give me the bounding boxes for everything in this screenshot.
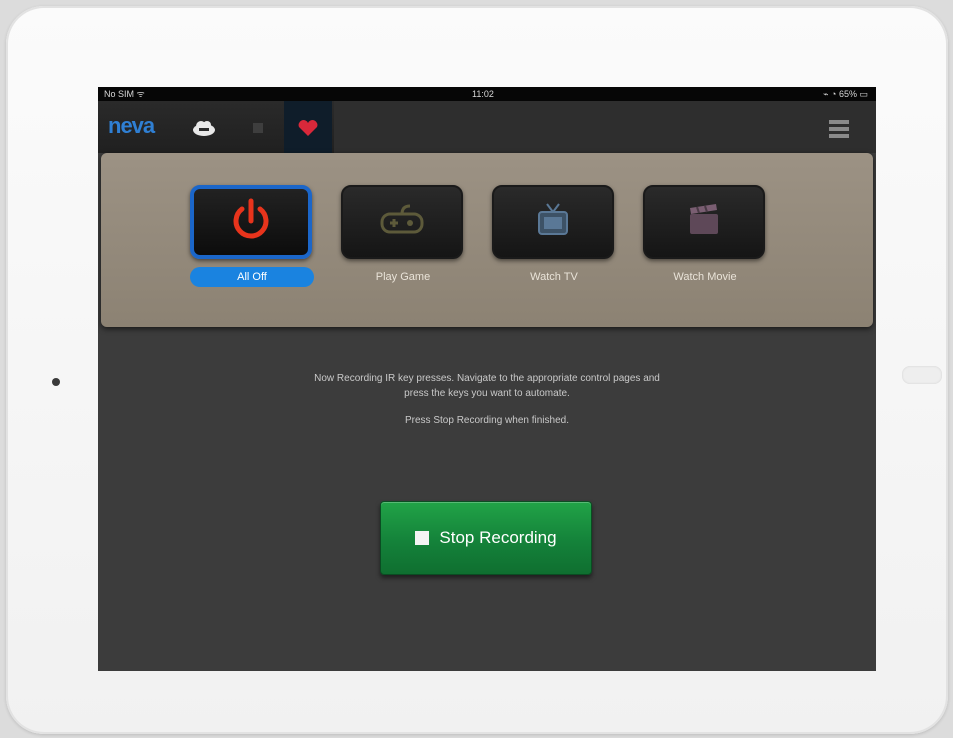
- gamepad-icon: [376, 202, 428, 243]
- tab-favorites[interactable]: [284, 101, 332, 156]
- instruction-hint: Press Stop Recording when finished.: [405, 415, 569, 426]
- activity-tile[interactable]: [492, 185, 614, 259]
- top-navbar: neva: [98, 101, 876, 156]
- activity-all-off[interactable]: All Off: [190, 185, 314, 287]
- home-button[interactable]: [902, 366, 942, 384]
- status-battery: ⌁ ◔ 65% ▭: [823, 89, 868, 99]
- activity-label: Watch Movie: [673, 271, 737, 283]
- stop-recording-button[interactable]: Stop Recording: [380, 501, 592, 575]
- status-bar: No SIM ᯤ 11:02 ⌁ ◔ 65% ▭: [98, 87, 876, 101]
- navbar-title-area: [334, 101, 876, 153]
- activity-label: All Off: [190, 267, 314, 287]
- status-carrier: No SIM ᯤ: [104, 89, 145, 99]
- app-screen: No SIM ᯤ 11:02 ⌁ ◔ 65% ▭ neva All Off Pl…: [98, 87, 876, 671]
- recording-instructions: Now Recording IR key presses. Navigate t…: [98, 371, 876, 428]
- activity-tile[interactable]: [341, 185, 463, 259]
- stop-icon: [415, 531, 430, 545]
- power-icon: [227, 196, 275, 249]
- activity-tile[interactable]: [190, 185, 312, 259]
- clapperboard-icon: [680, 200, 728, 245]
- stop-recording-label: Stop Recording: [439, 528, 557, 547]
- status-time: 11:02: [472, 89, 494, 99]
- neva-logo: neva: [108, 113, 155, 138]
- tv-icon: [529, 200, 577, 245]
- activity-tile[interactable]: [643, 185, 765, 259]
- activity-watch-tv[interactable]: Watch TV: [492, 185, 616, 287]
- activity-label: Play Game: [375, 271, 431, 283]
- activity-play-game[interactable]: Play Game: [341, 185, 465, 287]
- activity-panel: All Off Play Game Watch TV Watch Movie: [101, 153, 873, 327]
- chip-icon[interactable]: [244, 117, 272, 139]
- front-camera: [52, 378, 60, 386]
- heart-icon: [294, 117, 322, 139]
- instruction-line: press the keys you want to automate.: [404, 388, 570, 399]
- menu-icon[interactable]: [828, 119, 850, 139]
- activity-watch-movie[interactable]: Watch Movie: [643, 185, 767, 287]
- activity-label: Watch TV: [530, 271, 578, 283]
- tablet-frame: No SIM ᯤ 11:02 ⌁ ◔ 65% ▭ neva All Off Pl…: [6, 6, 948, 734]
- instruction-line: Now Recording IR key presses. Navigate t…: [314, 373, 660, 384]
- cloud-icon[interactable]: [190, 117, 218, 139]
